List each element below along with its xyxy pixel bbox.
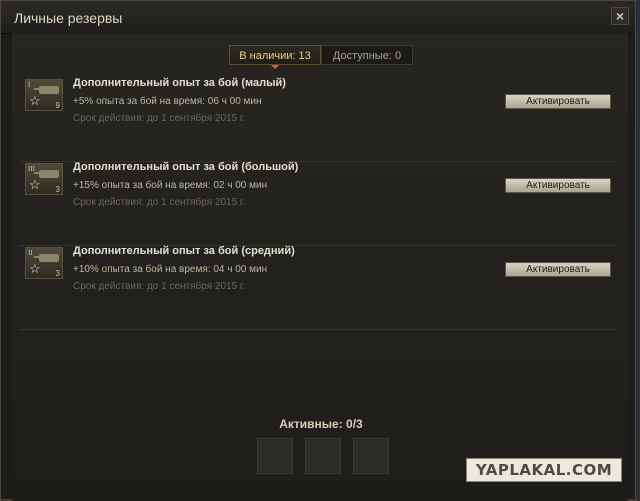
star-icon: ☆ (29, 261, 41, 276)
close-button[interactable]: × (611, 7, 629, 25)
window-titlebar: Личные резервы × (1, 1, 635, 34)
reserve-expiry: Срок действия: до 1 сентября 2015 г. (73, 197, 246, 208)
watermark-logo: YAPLAKAL.COM (466, 458, 622, 482)
window-title: Личные резервы (14, 10, 123, 26)
reserve-item: I ☆ 9 Дополнительный опыт за бой (малый)… (19, 77, 617, 162)
activate-button[interactable]: Активировать (505, 94, 611, 109)
tab-available[interactable]: Доступные: 0 (321, 45, 413, 65)
tab-bar: В наличии: 13 Доступные: 0 (229, 45, 413, 69)
reserve-item: II ☆ 3 Дополнительный опыт за бой (средн… (19, 245, 617, 330)
reserve-count: 9 (55, 101, 60, 110)
reserve-title: Дополнительный опыт за бой (малый) (73, 77, 286, 89)
reserve-bonus: +10% опыта за бой на время: 04 ч 00 мин (73, 264, 268, 275)
reserve-expiry: Срок действия: до 1 сентября 2015 г. (73, 281, 246, 292)
tank-icon: III ☆ 3 (25, 163, 63, 195)
activate-button[interactable]: Активировать (505, 178, 611, 193)
activate-button[interactable]: Активировать (505, 262, 611, 277)
tier-label: II (28, 249, 33, 257)
reserve-title: Дополнительный опыт за бой (большой) (73, 161, 299, 173)
tank-body-shape (39, 170, 59, 178)
tank-icon: II ☆ 3 (25, 247, 63, 279)
active-slot[interactable] (353, 438, 389, 474)
tank-icon: I ☆ 9 (25, 79, 63, 111)
reserve-expiry: Срок действия: до 1 сентября 2015 г. (73, 113, 246, 124)
reserve-bonus: +5% опыта за бой на время: 06 ч 00 мин (73, 96, 262, 107)
reserve-count: 3 (55, 185, 60, 194)
reserve-item: III ☆ 3 Дополнительный опыт за бой (боль… (19, 161, 617, 246)
reserves-window: Личные резервы × В наличии: 13 Доступные… (0, 0, 636, 501)
active-slot[interactable] (305, 438, 341, 474)
reserve-count: 3 (55, 269, 60, 278)
tank-body-shape (39, 86, 59, 94)
reserve-bonus: +15% опыта за бой на время: 02 ч 00 мин (73, 180, 268, 191)
active-slot[interactable] (257, 438, 293, 474)
tank-body-shape (39, 254, 59, 262)
close-icon: × (615, 8, 625, 24)
active-reserves-label: Активные: 0/3 (279, 417, 363, 431)
star-icon: ☆ (29, 93, 41, 108)
reserve-title: Дополнительный опыт за бой (средний) (73, 245, 295, 257)
star-icon: ☆ (29, 177, 41, 192)
tab-in-stock[interactable]: В наличии: 13 (229, 45, 321, 69)
tier-label: I (28, 81, 31, 89)
